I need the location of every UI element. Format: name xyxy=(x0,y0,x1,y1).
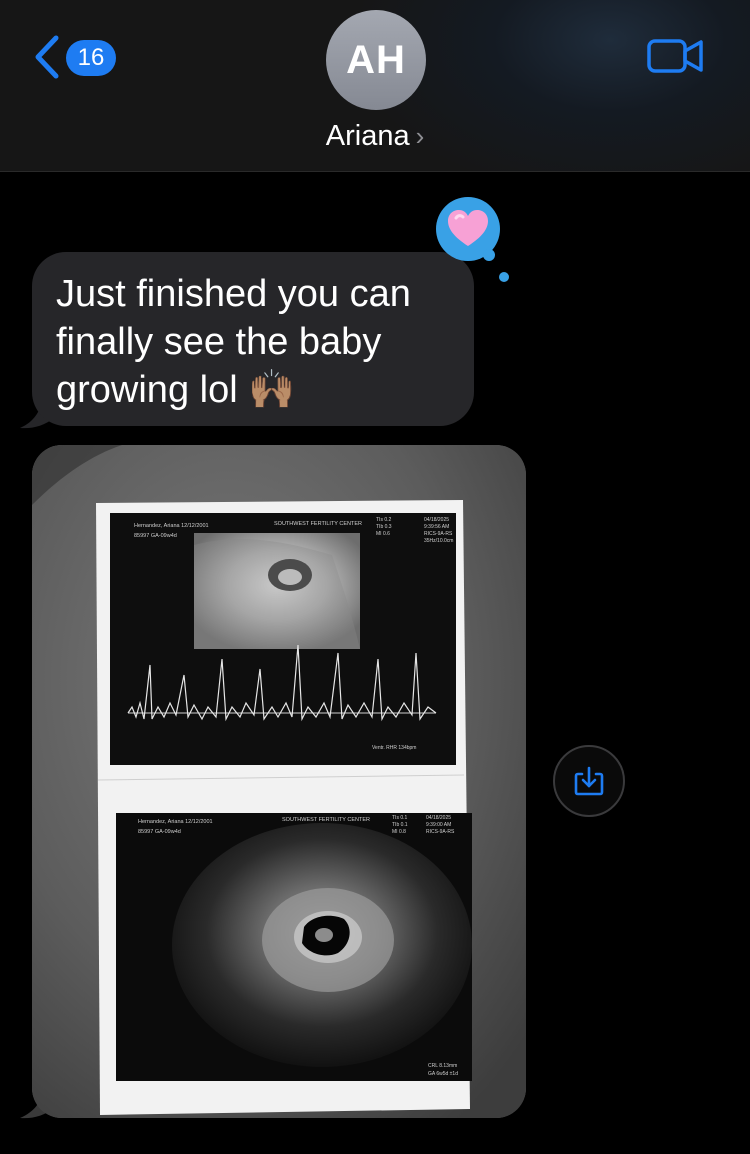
back-button[interactable]: 16 xyxy=(30,34,120,80)
chevron-left-icon xyxy=(35,35,59,79)
svg-text:GA 6w5d ±1d: GA 6w5d ±1d xyxy=(428,1071,458,1077)
svg-text:04/18/2025: 04/18/2025 xyxy=(426,815,451,821)
svg-text:SOUTHWEST FERTILITY CENTER: SOUTHWEST FERTILITY CENTER xyxy=(274,521,362,527)
svg-text:RICS-9A-RS: RICS-9A-RS xyxy=(426,829,455,835)
ultrasound-photo: Hernandez, Ariana 12/12/2001 85997 GA-09… xyxy=(32,445,526,1118)
save-to-photos-icon xyxy=(574,766,604,796)
svg-text:TIb 0.3: TIb 0.3 xyxy=(376,524,392,530)
svg-text:TIb 0.1: TIb 0.1 xyxy=(392,822,408,828)
chevron-right-icon: › xyxy=(415,121,425,151)
svg-text:9:39:00 AM: 9:39:00 AM xyxy=(426,822,451,828)
svg-text:Ventr. RHR 134bpm: Ventr. RHR 134bpm xyxy=(372,745,416,751)
svg-text:MI 0.8: MI 0.8 xyxy=(392,829,406,835)
pink-heart-icon[interactable] xyxy=(434,196,504,266)
svg-text:85997 GA-09w4d: 85997 GA-09w4d xyxy=(134,533,177,539)
conversation-header: 16 AH Ariana › xyxy=(0,0,750,172)
svg-text:Hernandez, Ariana 12/12/2001: Hernandez, Ariana 12/12/2001 xyxy=(138,819,213,825)
svg-text:MI 0.6: MI 0.6 xyxy=(376,531,390,537)
message-photo[interactable]: Hernandez, Ariana 12/12/2001 85997 GA-09… xyxy=(32,445,526,1118)
contact-avatar[interactable]: AH xyxy=(326,10,426,110)
svg-text:85997 GA-09w4d: 85997 GA-09w4d xyxy=(138,829,181,835)
message-bubble-text[interactable]: Just finished you can finally see the ba… xyxy=(32,252,474,426)
svg-text:35Hz/10.0cm: 35Hz/10.0cm xyxy=(424,538,453,544)
svg-text:TIs 0.1: TIs 0.1 xyxy=(392,815,408,821)
svg-text:9:39:56 AM: 9:39:56 AM xyxy=(424,524,449,530)
svg-text:04/18/2025: 04/18/2025 xyxy=(424,517,449,523)
svg-text:CRL 8.13mm: CRL 8.13mm xyxy=(428,1063,457,1069)
svg-text:RICS-9A-RS: RICS-9A-RS xyxy=(424,531,453,537)
video-camera-icon[interactable] xyxy=(646,36,706,76)
save-photo-button[interactable] xyxy=(553,745,625,817)
unread-count-badge: 16 xyxy=(66,40,116,76)
contact-name: Ariana xyxy=(325,120,410,152)
contact-name-button[interactable]: Ariana › xyxy=(0,120,750,153)
scan-top-patient: Hernandez, Ariana 12/12/2001 xyxy=(134,523,209,529)
svg-text:SOUTHWEST FERTILITY CENTER: SOUTHWEST FERTILITY CENTER xyxy=(282,817,370,823)
tapback-dot xyxy=(499,272,509,282)
svg-text:TIs 0.2: TIs 0.2 xyxy=(376,517,392,523)
